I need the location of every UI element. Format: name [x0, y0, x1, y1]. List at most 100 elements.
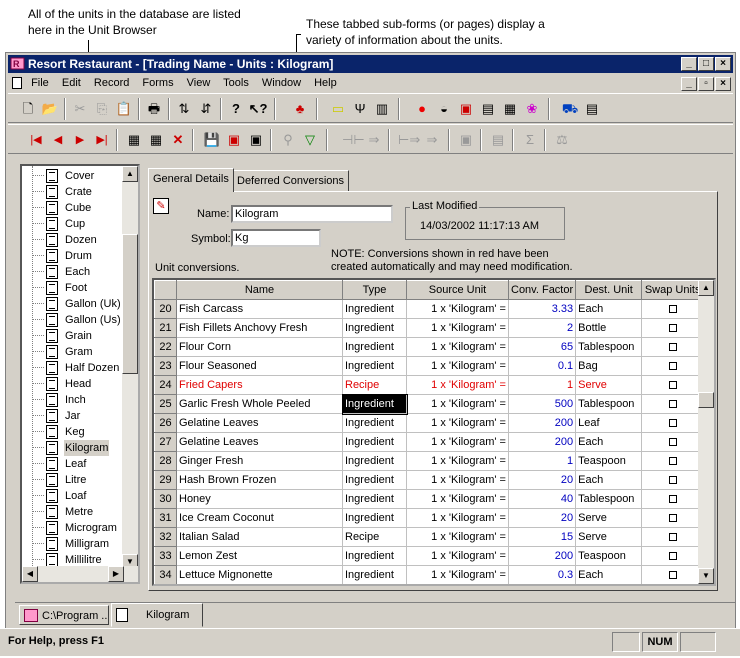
menu-help[interactable]: Help	[314, 77, 337, 89]
cell-name[interactable]: Lettuce Mignonette	[176, 565, 343, 584]
cell-dest-unit[interactable]: Serve	[575, 508, 643, 528]
table-row[interactable]: 21 Fish Fillets Anchovy Fresh Ingredient 1 …	[154, 318, 705, 338]
header-source-unit[interactable]: Source Unit	[406, 280, 509, 300]
save-all-icon[interactable]: ▣	[246, 130, 266, 150]
cell-conv-factor[interactable]: 1	[507, 375, 577, 395]
cell-conv-factor[interactable]: 0.1	[507, 356, 577, 376]
cell-source-unit[interactable]: 1 x 'Kilogram' =	[406, 413, 509, 433]
scales-icon[interactable]: ⚖	[552, 130, 572, 150]
header-type[interactable]: Type	[342, 280, 407, 300]
cell-conv-factor[interactable]: 0.3	[507, 565, 577, 584]
cell-type[interactable]: Ingredient	[342, 565, 407, 584]
cell-name[interactable]: Hash Brown Frozen	[176, 470, 343, 490]
form-icon[interactable]: ▣	[456, 130, 476, 150]
supplier-icon[interactable]: ▭	[328, 99, 348, 119]
link-icon[interactable]: ⊢⇒	[398, 130, 420, 150]
delete-record-icon[interactable]: ✕	[168, 130, 188, 150]
cell-source-unit[interactable]: 1 x 'Kilogram' =	[406, 394, 509, 414]
table-row[interactable]: 25 Garlic Fresh Whole Peeled Ingredient 1 x…	[154, 393, 705, 415]
table-row[interactable]: 22 Flour Corn Ingredient 1 x 'Kilogram' = 65…	[154, 337, 705, 357]
next-record-icon[interactable]: ▶	[70, 130, 90, 150]
save-icon[interactable]: 💾	[202, 130, 222, 150]
cell-name[interactable]: Lemon Zest	[176, 546, 343, 566]
cell-type[interactable]: Ingredient	[342, 356, 407, 376]
cell-dest-unit[interactable]: Bag	[575, 356, 643, 376]
swap-units-checkbox[interactable]	[668, 324, 677, 333]
cell-source-unit[interactable]: 1 x 'Kilogram' =	[406, 489, 509, 509]
copy-record-icon[interactable]: ▦	[146, 130, 166, 150]
cell-conv-factor[interactable]: 65	[507, 337, 577, 357]
cell-name[interactable]: Ginger Fresh	[176, 451, 343, 471]
cell-type[interactable]: Ingredient	[342, 318, 407, 338]
cell-type[interactable]: Recipe	[342, 375, 407, 395]
cell-source-unit[interactable]: 1 x 'Kilogram' =	[406, 470, 509, 490]
cell-source-unit[interactable]: 1 x 'Kilogram' =	[406, 546, 509, 566]
grid-scroll-up-button[interactable]: ▲	[698, 280, 714, 296]
cell-name[interactable]: Ice Cream Coconut	[176, 508, 343, 528]
record-selector-icon[interactable]: ✎	[153, 198, 169, 214]
sum-icon[interactable]: Σ	[520, 130, 540, 150]
previous-record-icon[interactable]: ◀	[48, 130, 68, 150]
minimize-button[interactable]: _	[681, 57, 697, 71]
table-row[interactable]: 29 Hash Brown Frozen Ingredient 1 x 'Kilogr…	[154, 470, 705, 490]
truck-icon[interactable]: ⛟	[560, 99, 580, 119]
cell-dest-unit[interactable]: Leaf	[575, 413, 643, 433]
menu-edit[interactable]: Edit	[62, 77, 81, 89]
menu-record[interactable]: Record	[94, 77, 129, 89]
cell-conv-factor[interactable]: 3.33	[507, 299, 577, 319]
cell-dest-unit[interactable]: Each	[575, 470, 643, 490]
tab-general-details[interactable]: General Details	[148, 168, 234, 192]
header-dest-unit[interactable]: Dest. Unit	[575, 280, 643, 300]
cell-name[interactable]: Fish Fillets Anchovy Fresh	[176, 318, 343, 338]
name-field[interactable]: Kilogram	[231, 205, 393, 223]
menu-tools[interactable]: Tools	[223, 77, 249, 89]
table-row[interactable]: 24 Fried Capers Recipe 1 x 'Kilogram' = 1 Ser…	[154, 375, 705, 395]
swap-units-checkbox[interactable]	[668, 400, 677, 409]
filter-icon[interactable]: ▽	[300, 130, 320, 150]
close-button[interactable]: ×	[715, 57, 731, 71]
cell-conv-factor[interactable]: 200	[507, 413, 577, 433]
cell-name[interactable]: Italian Salad	[176, 527, 343, 547]
ingredients-icon[interactable]: ♣	[290, 99, 310, 119]
cell-conv-factor[interactable]: 20	[507, 508, 577, 528]
sort-ascending-icon[interactable]: ⇅	[174, 99, 194, 119]
new-icon[interactable]: 🗋	[18, 99, 38, 119]
cell-type[interactable]: Ingredient	[342, 413, 407, 433]
header-swap-units[interactable]: Swap Units	[641, 280, 705, 300]
cell-dest-unit[interactable]: Teaspoon	[575, 451, 643, 471]
table-row[interactable]: 27 Gelatine Leaves Ingredient 1 x 'Kilogram…	[154, 432, 705, 452]
scroll-right-button[interactable]: ▶	[108, 566, 124, 582]
recipe-card-icon[interactable]: ▣	[456, 99, 476, 119]
cell-dest-unit[interactable]: Each	[575, 299, 643, 319]
cell-dest-unit[interactable]: Each	[575, 432, 643, 452]
mdi-close-button[interactable]: ×	[715, 77, 731, 91]
cell-source-unit[interactable]: 1 x 'Kilogram' =	[406, 318, 509, 338]
cell-dest-unit[interactable]: Serve	[575, 375, 643, 395]
document-icon[interactable]	[12, 77, 22, 90]
cell-source-unit[interactable]: 1 x 'Kilogram' =	[406, 356, 509, 376]
menu-book-icon[interactable]: ▥	[372, 99, 392, 119]
cell-type[interactable]: Ingredient	[342, 508, 407, 528]
cell-conv-factor[interactable]: 500	[507, 394, 577, 414]
grid-scroll-down-button[interactable]: ▼	[698, 568, 714, 584]
maximize-button[interactable]: □	[698, 57, 714, 71]
last-record-icon[interactable]: ▶|	[92, 130, 112, 150]
cell-type[interactable]: Ingredient	[342, 432, 407, 452]
swap-units-checkbox[interactable]	[668, 495, 677, 504]
cell-conv-factor[interactable]: 2	[507, 318, 577, 338]
cell-source-unit[interactable]: 1 x 'Kilogram' =	[406, 565, 509, 584]
sort-descending-icon[interactable]: ⇵	[196, 99, 216, 119]
cell-source-unit[interactable]: 1 x 'Kilogram' =	[406, 451, 509, 471]
cell-dest-unit[interactable]: Teaspoon	[575, 546, 643, 566]
cell-conv-factor[interactable]: 1	[507, 451, 577, 471]
symbol-field[interactable]: Kg	[231, 229, 321, 247]
swap-units-checkbox[interactable]	[668, 571, 677, 580]
menu-forms[interactable]: Forms	[142, 77, 173, 89]
swap-units-checkbox[interactable]	[668, 305, 677, 314]
cell-name[interactable]: Fish Carcass	[176, 299, 343, 319]
context-help-icon[interactable]: ↖?	[248, 99, 268, 119]
cell-type[interactable]: Recipe	[342, 527, 407, 547]
scroll-left-button[interactable]: ◀	[22, 566, 38, 582]
swap-units-checkbox[interactable]	[668, 476, 677, 485]
table-row[interactable]: 26 Gelatine Leaves Ingredient 1 x 'Kilogram…	[154, 413, 705, 433]
